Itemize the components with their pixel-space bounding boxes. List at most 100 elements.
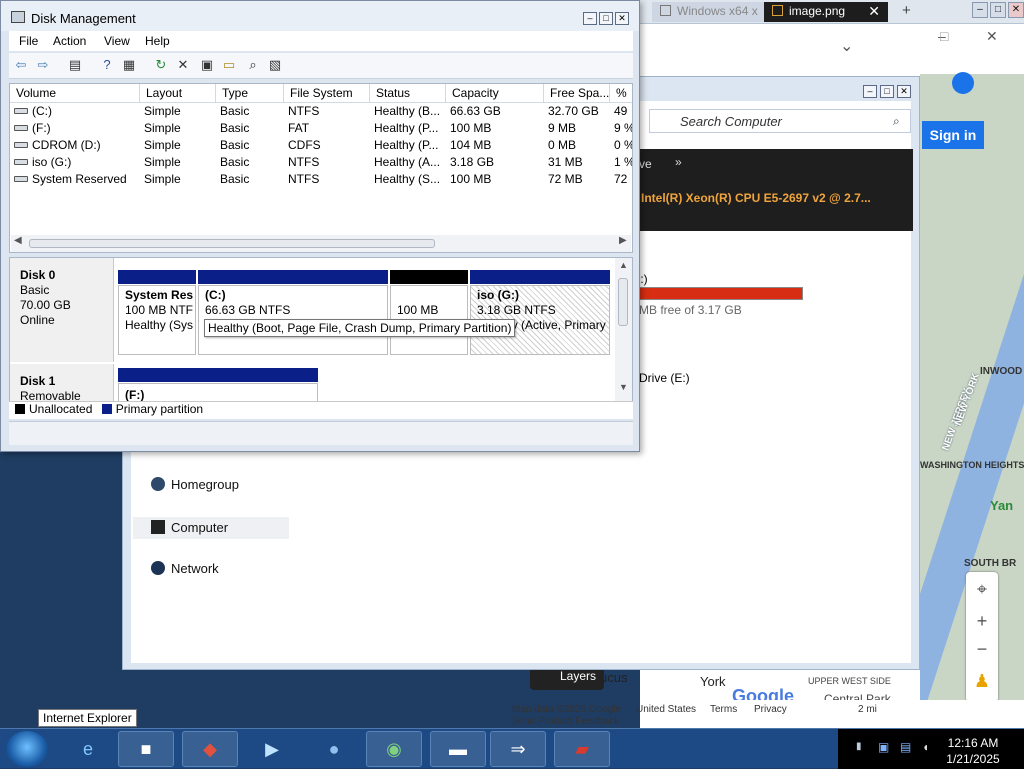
delete-icon[interactable]: ✕ <box>175 57 191 73</box>
file-transfer-icon[interactable]: ⇒ <box>490 731 546 767</box>
title-bar[interactable]: Disk Management – □ ✕ <box>1 1 639 31</box>
close-button[interactable]: ✕ <box>1008 2 1024 18</box>
table-cell: Healthy (P... <box>374 138 444 155</box>
chevron-right-icon[interactable]: » <box>675 155 682 169</box>
new-tab-button[interactable]: + <box>902 2 911 19</box>
disk-0-label[interactable]: Disk 0 Basic 70.00 GB Online <box>10 258 114 362</box>
clock[interactable]: 12:16 AM 1/21/2025 <box>944 735 1002 767</box>
properties-sheet-icon[interactable]: ▣ <box>199 57 215 73</box>
menu-file[interactable]: File <box>19 34 38 48</box>
partition-g[interactable]: iso (G:) 3.18 GB NTFS Healthy (Active, P… <box>470 270 610 356</box>
browser-tab-2[interactable]: image.png ✕ <box>764 2 888 22</box>
scroll-right-icon[interactable]: ▶ <box>619 235 627 246</box>
table-cell: 0 MB <box>548 138 608 155</box>
minimize-button[interactable]: – <box>863 85 877 98</box>
chevron-down-icon[interactable]: ⌄ <box>840 36 853 56</box>
forward-icon[interactable]: ⇨ <box>35 57 51 73</box>
scroll-down-icon[interactable]: ▼ <box>619 382 628 392</box>
table-cell: Healthy (P... <box>374 121 444 138</box>
scroll-thumb[interactable] <box>618 278 628 326</box>
feedback-link[interactable]: Send Product Feedback <box>512 716 619 727</box>
menu-action[interactable]: Action <box>53 34 86 48</box>
app-icon[interactable]: ◆ <box>182 731 238 767</box>
pegman-icon[interactable]: ♟ <box>966 666 998 696</box>
flag-icon[interactable]: ▮ <box>856 741 862 752</box>
scroll-left-icon[interactable]: ◀ <box>14 235 22 246</box>
column-header[interactable]: Volume <box>10 84 140 103</box>
zoom-out-button[interactable]: − <box>966 634 998 664</box>
media-player-icon[interactable]: ▶ <box>244 731 300 767</box>
nav-network[interactable]: Network <box>151 561 219 576</box>
column-header[interactable]: Status <box>370 84 446 103</box>
toolbar-label[interactable]: ve <box>639 157 652 171</box>
back-icon[interactable]: ⇦ <box>13 57 29 73</box>
nav-homegroup[interactable]: Homegroup <box>151 477 239 492</box>
display-icon[interactable]: ▤ <box>900 740 911 754</box>
network-icon[interactable]: ▣ <box>878 740 889 754</box>
search-icon[interactable]: ⌕ <box>893 114 900 129</box>
disk-1-label[interactable]: Disk 1 Removable <box>10 364 114 402</box>
column-header[interactable]: Type <box>216 84 284 103</box>
partition-system-reserved[interactable]: System Res 100 MB NTF Healthy (Sys <box>118 270 196 356</box>
close-button[interactable]: ✕ <box>986 28 998 45</box>
cell-text: Healthy (A... <box>374 155 441 169</box>
privacy-link[interactable]: Privacy <box>754 704 787 715</box>
refresh-icon[interactable]: ↻ <box>153 57 169 73</box>
browser-tab-1[interactable]: Windows x64 x <box>652 2 772 22</box>
internet-explorer-icon[interactable]: e <box>60 731 116 767</box>
drive-e-label[interactable]: Drive (E:) <box>639 371 690 385</box>
column-header[interactable]: File System <box>284 84 370 103</box>
search-icon[interactable]: ⌕ <box>245 57 261 73</box>
close-button[interactable]: ✕ <box>897 85 911 98</box>
toolbox-icon[interactable]: ▰ <box>554 731 610 767</box>
table-cell: 9 % <box>614 121 632 138</box>
sign-in-button[interactable]: Sign in <box>922 121 984 149</box>
nav-computer[interactable]: Computer <box>133 517 289 539</box>
scroll-up-icon[interactable]: ▲ <box>619 260 628 270</box>
partition-c[interactable]: (C:) 66.63 GB NTFS <box>198 270 388 356</box>
minimize-button[interactable]: – <box>583 12 597 25</box>
close-button[interactable]: ✕ <box>615 12 629 25</box>
maximize-button[interactable]: □ <box>599 12 613 25</box>
volume-icon[interactable]: ◖ <box>922 740 929 754</box>
globe-icon[interactable]: ● <box>306 731 362 767</box>
scroll-thumb[interactable] <box>29 239 435 248</box>
column-header[interactable]: Capacity <box>446 84 544 103</box>
avatar[interactable] <box>952 72 974 94</box>
disk-management-window: Disk Management – □ ✕ File Action View H… <box>0 0 640 452</box>
column-header[interactable]: Free Spa... <box>544 84 610 103</box>
terms-link[interactable]: Terms <box>710 704 737 715</box>
minimize-button[interactable]: – <box>972 2 988 18</box>
locate-icon[interactable]: ⌖ <box>966 574 998 604</box>
tab-close-icon[interactable]: ✕ <box>868 3 880 20</box>
partition-unallocated[interactable]: 100 MB <box>390 270 468 356</box>
restore-button[interactable]: □ <box>940 28 948 44</box>
map-region[interactable]: United States <box>636 704 696 715</box>
horizontal-scrollbar[interactable]: ◀ ▶ <box>11 235 631 252</box>
menu-view[interactable]: View <box>104 34 130 48</box>
start-button[interactable] <box>6 731 48 767</box>
nav-label: Homegroup <box>171 477 239 492</box>
computer-app-icon[interactable]: ▬ <box>430 731 486 767</box>
maximize-button[interactable]: □ <box>990 2 1006 18</box>
cell-text: (F:) <box>32 121 51 135</box>
console-tree-icon[interactable]: ▤ <box>67 57 83 73</box>
terminal-app-icon[interactable]: ■ <box>118 731 174 767</box>
column-header[interactable]: % <box>610 84 632 103</box>
open-folder-icon[interactable]: ▭ <box>221 57 237 73</box>
menu-help[interactable]: Help <box>145 34 170 48</box>
column-header[interactable]: Layout <box>140 84 216 103</box>
legend-label: Unallocated <box>29 402 93 416</box>
properties-icon[interactable]: ▦ <box>121 57 137 73</box>
browser-app-icon[interactable]: ◉ <box>366 731 422 767</box>
search-input[interactable]: Search Computer <box>649 109 911 133</box>
zoom-in-button[interactable]: + <box>966 606 998 636</box>
export-icon[interactable]: ▧ <box>267 57 283 73</box>
cell-text: 72 MB <box>548 172 583 186</box>
partition-f[interactable]: (F:) <box>118 368 318 402</box>
vertical-scrollbar[interactable]: ▲ ▼ <box>615 258 632 402</box>
help-icon[interactable]: ? <box>99 57 115 73</box>
maximize-button[interactable]: □ <box>880 85 894 98</box>
cell-text: (C:) <box>32 104 52 118</box>
map-scale[interactable]: 2 mi <box>858 704 877 715</box>
